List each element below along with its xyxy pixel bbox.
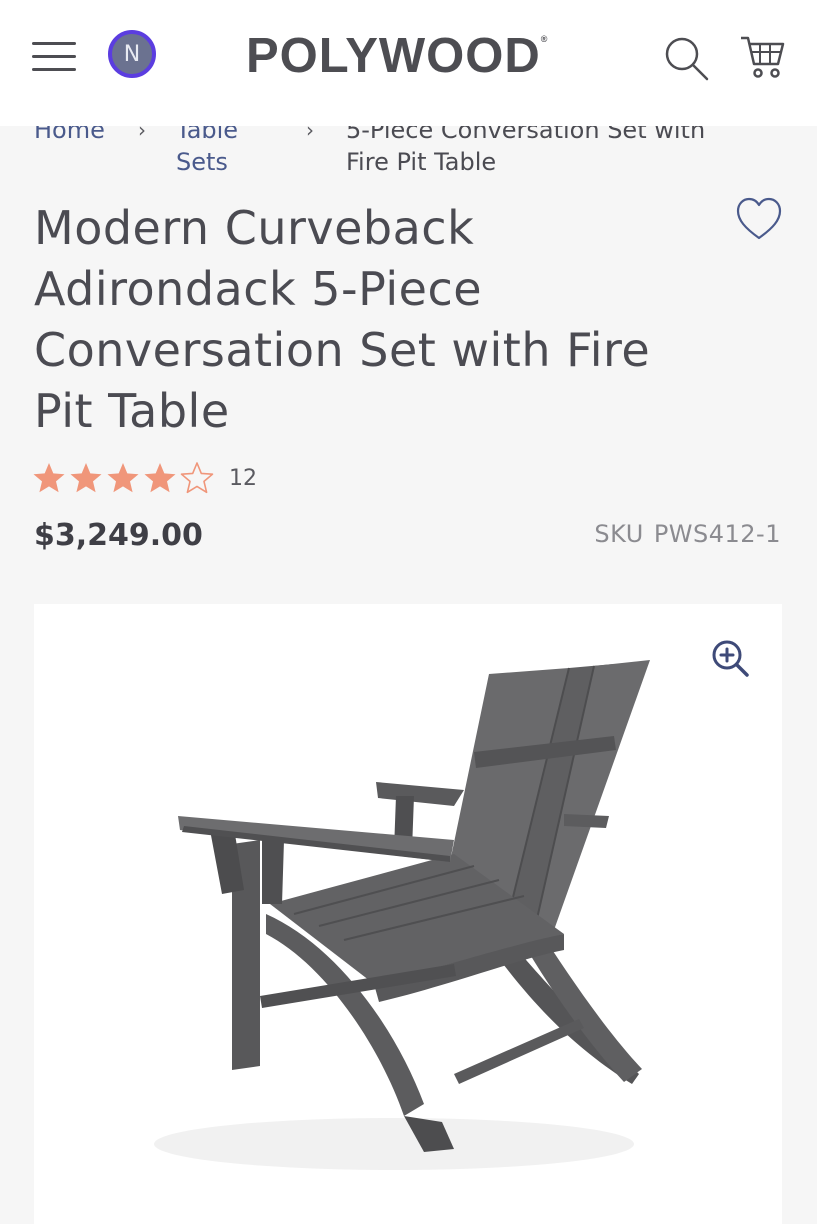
logo-text: POLYWOOD <box>246 29 541 83</box>
title-line: Adirondack 5-Piece <box>34 262 483 316</box>
breadcrumb-line: Sets <box>176 148 228 176</box>
star-outline-icon <box>180 462 214 494</box>
avatar[interactable]: N <box>108 30 156 78</box>
product-image-card[interactable] <box>34 604 782 1224</box>
title-line: Modern Curveback <box>34 201 475 255</box>
product-sku: SKU PWS412-1 <box>594 520 781 548</box>
star-rating[interactable]: 12 <box>32 460 257 496</box>
sku-label: SKU <box>594 520 644 548</box>
cart-icon[interactable] <box>738 32 786 80</box>
registered-mark: ® <box>540 34 549 44</box>
star-icon <box>107 463 139 493</box>
product-title: Modern Curveback Adirondack 5-Piece Conv… <box>34 198 694 442</box>
site-header: N POLYWOOD® <box>0 0 817 126</box>
title-line: Pit Table <box>34 384 230 438</box>
brand-logo[interactable]: POLYWOOD® <box>246 28 548 84</box>
title-line: Conversation Set with Fire <box>34 323 651 377</box>
review-count[interactable]: 12 <box>229 466 257 491</box>
sku-value: PWS412-1 <box>653 520 781 548</box>
product-price: $3,249.00 <box>34 518 203 553</box>
heart-icon[interactable] <box>735 196 783 242</box>
adirondack-chair-image[interactable] <box>34 604 782 1224</box>
star-icon <box>33 463 65 493</box>
zoom-in-icon[interactable] <box>710 638 750 678</box>
menu-icon[interactable] <box>32 40 78 72</box>
star-icon <box>144 463 176 493</box>
search-icon[interactable] <box>662 34 710 82</box>
breadcrumb-line: Fire Pit Table <box>346 148 497 176</box>
star-icon <box>70 463 102 493</box>
